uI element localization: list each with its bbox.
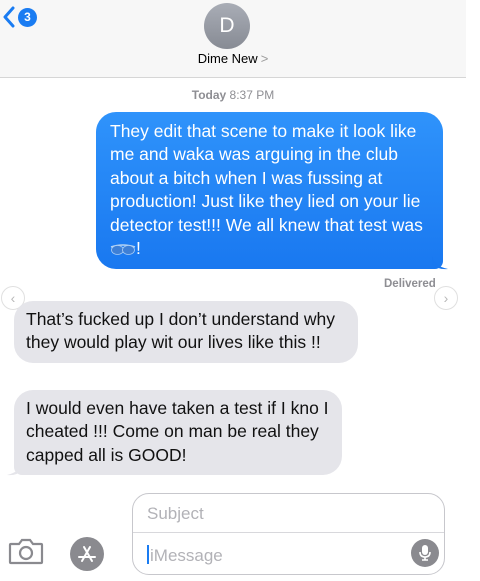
right-arrow-icon: › [443,290,449,306]
incoming-message-bubble[interactable]: That’s fucked up I don’t understand why … [14,301,358,363]
delivered-status: Delivered [384,278,436,290]
incoming-message-text: I would even have taken a test if I kno … [26,398,329,465]
outgoing-message-text: They edit that scene to make it look lik… [110,121,423,235]
chevron-right-icon: > [260,51,269,66]
contact-name: Dime New [197,51,258,66]
next-image-button[interactable]: › [434,286,458,310]
subject-field[interactable]: Subject [147,504,204,524]
camera-button[interactable] [8,537,44,570]
sunglasses-emoji-icon [110,244,136,255]
outgoing-message-bubble[interactable]: They edit that scene to make it look lik… [96,112,443,270]
contact-avatar[interactable]: D [204,3,250,49]
timestamp-time: 8:37 PM [229,88,275,102]
input-divider [133,532,444,533]
outgoing-bubble-tail [432,256,448,270]
dictation-button[interactable] [411,539,439,567]
app-store-button[interactable] [70,537,104,571]
message-placeholder: iMessage [150,546,223,565]
unread-count-badge: 3 [18,7,37,27]
incoming-message-bubble[interactable]: I would even have taken a test if I kno … [14,390,342,476]
left-arrow-icon: ‹ [10,290,16,306]
outgoing-message-text-end: ! [136,238,141,259]
timestamp-day: Today [191,88,227,102]
incoming-bubble-tail [7,462,22,476]
message-input-box[interactable]: Subject iMessage [132,493,445,575]
microphone-icon [419,545,431,561]
message-field[interactable]: iMessage [147,545,223,566]
back-button[interactable]: 3 [2,6,37,28]
contact-name-button[interactable]: Dime New > [0,51,466,66]
screen-edge [466,0,480,581]
camera-icon [8,538,44,565]
incoming-message-text: That’s fucked up I don’t understand why … [26,309,336,353]
text-cursor [147,545,149,564]
back-chevron-icon [3,6,15,28]
message-timestamp: Today 8:37 PM [0,88,466,102]
app-store-icon [78,546,96,562]
conversation-header: 3 D Dime New > [0,0,466,78]
